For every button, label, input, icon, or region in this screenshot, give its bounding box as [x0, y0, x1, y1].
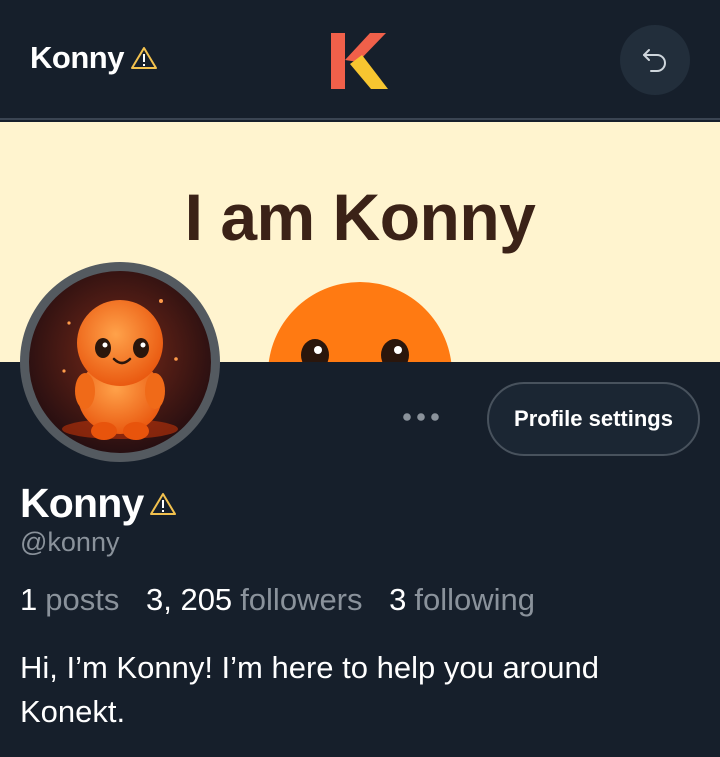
profile-stats: 1 posts 3, 205 followers 3 following — [20, 582, 553, 618]
stat-label: following — [414, 582, 536, 617]
back-button[interactable] — [620, 25, 690, 95]
warning-icon — [130, 45, 158, 71]
banner-mascot-image — [268, 282, 452, 362]
stat-posts[interactable]: 1 posts — [20, 582, 119, 618]
header-title-group: Konny — [30, 40, 158, 76]
more-dots-icon — [401, 409, 441, 427]
profile-bio: Hi, I’m Konny! I’m here to help you arou… — [20, 650, 599, 729]
stat-followers[interactable]: 3, 205 followers — [146, 582, 363, 618]
profile-name-group: Konny — [20, 480, 177, 527]
avatar[interactable] — [20, 262, 220, 462]
top-bar: Konny — [0, 0, 720, 120]
stat-label: posts — [45, 582, 120, 617]
undo-arrow-icon — [640, 43, 670, 78]
stat-value: 1 — [20, 582, 38, 617]
more-options-button[interactable] — [396, 398, 446, 438]
stat-following[interactable]: 3 following — [389, 582, 535, 618]
stat-label: followers — [240, 582, 363, 617]
profile-handle: @konny — [20, 527, 120, 557]
konny-mascot-icon — [29, 271, 211, 453]
stat-value: 3 — [389, 582, 407, 617]
stat-value: 3, 205 — [145, 582, 233, 617]
warning-icon — [149, 491, 177, 517]
header-title: Konny — [30, 40, 124, 75]
profile-name: Konny — [20, 480, 144, 526]
profile-settings-button[interactable]: Profile settings — [487, 382, 700, 456]
banner-text: I am Konny — [184, 180, 536, 254]
konekt-logo-icon[interactable] — [328, 30, 390, 92]
